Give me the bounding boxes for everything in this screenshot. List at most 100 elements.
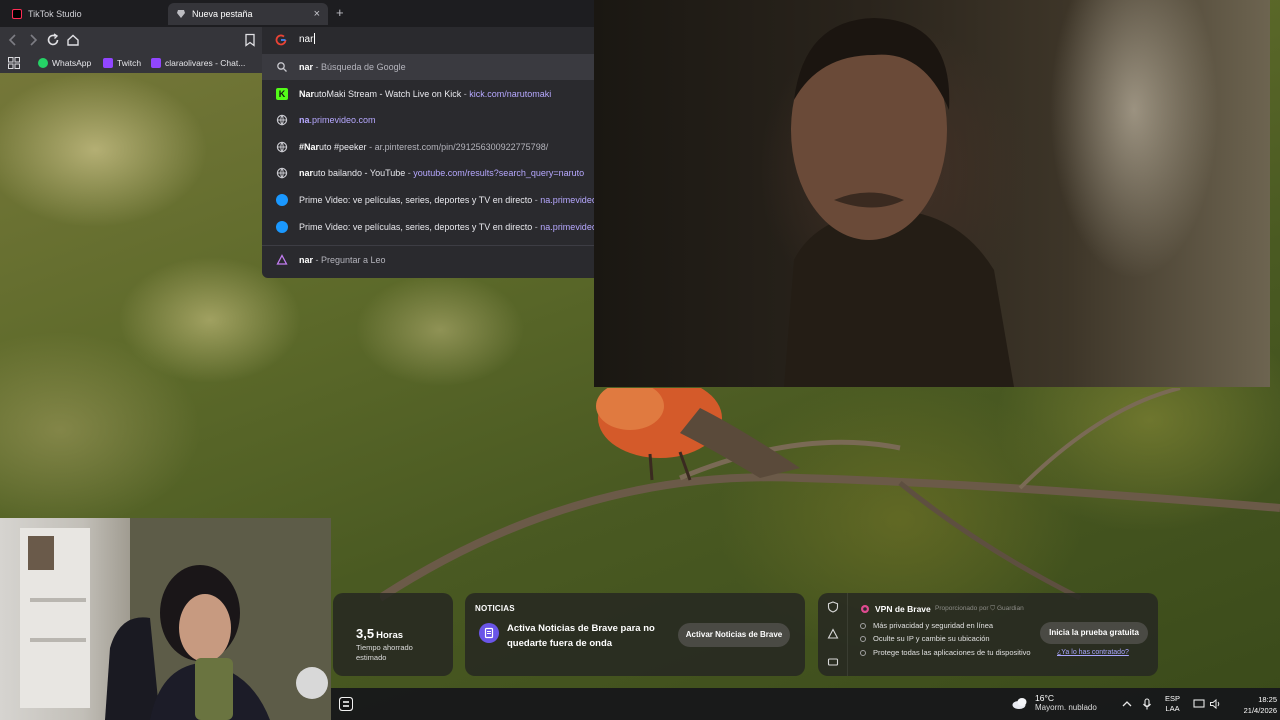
system-clock[interactable]: 18:25 21/4/2026 <box>1227 694 1277 716</box>
suggestion-url: na.primevideo.com <box>540 222 594 232</box>
time-saved-widget: 3,5 Horas Tiempo ahorrado estimado <box>333 593 453 676</box>
bullet-icon <box>860 649 866 656</box>
bullet-icon <box>860 622 866 629</box>
reload-icon[interactable] <box>45 32 61 48</box>
already-contracted-link[interactable]: ¿Ya lo has contratado? <box>1057 649 1129 656</box>
home-icon[interactable] <box>65 32 81 48</box>
suggestion-separator: - <box>313 255 322 265</box>
keyboard-layout: LAA <box>1165 704 1180 713</box>
vpn-bullet-text: Protege todas las aplicaciones de tu dis… <box>873 648 1031 657</box>
tab-new-tab[interactable]: Nueva pestaña × <box>168 3 328 25</box>
video-figure <box>784 18 1014 387</box>
address-bar[interactable]: nar <box>262 27 594 53</box>
suggestion-title: utoMaki Stream - Watch Live on Kick <box>314 89 462 99</box>
bookmark-whatsapp[interactable]: WhatsApp <box>38 56 91 70</box>
globe-icon <box>276 141 288 153</box>
suggestion-match: nar <box>299 255 314 265</box>
vpn-provided-by: Proporcionado por <box>935 605 989 612</box>
suggestion-title: uto #peeker <box>319 142 367 152</box>
suggestion-item[interactable]: naruto bailando - YouTube - youtube.com/… <box>262 160 594 186</box>
suggestion-title: uto bailando - YouTube <box>313 168 406 178</box>
microphone-icon[interactable] <box>1140 697 1154 711</box>
activate-news-button[interactable]: Activar Noticias de Brave <box>678 623 790 647</box>
input-language[interactable]: ESP LAA <box>1165 694 1180 714</box>
news-text: Activa Noticias de Brave para no quedart… <box>507 623 655 649</box>
twitch-icon <box>103 58 113 68</box>
address-text: nar <box>299 34 314 45</box>
forward-icon[interactable] <box>25 32 41 48</box>
suggestion-item[interactable]: na.primevideo.com <box>262 107 594 133</box>
leo-icon <box>276 254 288 265</box>
video-overlay <box>594 0 1270 387</box>
vpn-bullet: Más privacidad y seguridad en línea <box>860 621 993 630</box>
suggestion-separator: - <box>313 62 322 72</box>
suggestion-url: youtube.com/results?search_query=naruto <box>413 168 585 178</box>
language-code: ESP <box>1165 694 1181 703</box>
suggestion-detail: Búsqueda de Google <box>321 62 406 72</box>
vpn-title-text: VPN de Brave <box>875 604 931 614</box>
time-unit: Horas <box>376 630 404 641</box>
vpn-provider-name: Guardian <box>996 605 1024 612</box>
bullet-icon <box>860 635 866 642</box>
vpn-bullet-text: Más privacidad y seguridad en línea <box>873 621 994 630</box>
bookmark-label: claraolivares - Chat... <box>165 58 246 68</box>
suggestion-match: nar <box>299 62 314 72</box>
suggestion-item[interactable]: nar - Búsqueda de Google <box>262 54 594 80</box>
weather-description: Mayorm. nublado <box>1035 703 1097 712</box>
vpn-title: VPN de Brave <box>860 604 931 614</box>
suggestion-title: Prime Video: ve películas, series, depor… <box>299 195 533 205</box>
weather-temperature: 16°C <box>1035 693 1054 703</box>
back-icon[interactable] <box>5 32 21 48</box>
bookmark-label: Twitch <box>117 58 142 68</box>
suggestion-match: #Nar <box>299 142 320 152</box>
webcam-scene <box>20 518 331 720</box>
suggestion-separator: - <box>366 142 375 152</box>
bookmark-claraolivares-chat[interactable]: claraolivares - Chat... <box>151 56 245 70</box>
vpn-bullet-text: Oculte su IP y cambie su ubicación <box>873 634 990 643</box>
shield-icon[interactable] <box>827 601 839 613</box>
divider <box>262 245 594 246</box>
prime-video-icon <box>276 194 288 206</box>
kick-icon: K <box>276 88 288 100</box>
start-trial-button[interactable]: Inicia la prueba gratuita <box>1040 622 1148 644</box>
bookmark-twitch[interactable]: Twitch <box>103 56 141 70</box>
clock-time: 18:25 <box>1258 695 1277 704</box>
video-call-icon[interactable] <box>827 656 839 668</box>
news-heading: NOTICIAS <box>475 604 515 613</box>
suggestion-item-leo[interactable]: nar - Preguntar a Leo <box>262 247 594 273</box>
search-icon <box>277 62 287 72</box>
widget-rail <box>818 593 848 676</box>
monitor-icon[interactable] <box>1192 697 1206 711</box>
bookmark-label: WhatsApp <box>52 58 92 68</box>
suggestion-item[interactable]: K NarutoMaki Stream - Watch Live on Kick… <box>262 81 594 107</box>
clock-date: 21/4/2026 <box>1243 706 1277 715</box>
globe-icon <box>276 167 288 179</box>
suggestion-match: na <box>299 115 310 125</box>
speaker-icon[interactable] <box>1208 697 1222 711</box>
vpn-bullet: Oculte su IP y cambie su ubicación <box>860 634 990 643</box>
suggestion-match: nar <box>299 168 314 178</box>
twitch-icon <box>151 58 161 68</box>
capcut-icon[interactable] <box>339 697 353 711</box>
time-saved-value: 3,5 Horas <box>356 626 403 641</box>
omnibox-suggestions: nar - Búsqueda de Google K NarutoMaki St… <box>262 53 594 278</box>
tab-strip: TikTok Studio Nueva pestaña × + <box>0 0 594 27</box>
suggestion-item[interactable]: Prime Video: ve películas, series, depor… <box>262 214 594 240</box>
new-tab-button[interactable]: + <box>336 5 344 20</box>
tiktok-icon <box>12 9 22 19</box>
suggestion-item[interactable]: #Naruto #peeker - ar.pinterest.com/pin/2… <box>262 134 594 160</box>
tab-tiktok-studio[interactable]: TikTok Studio <box>4 3 164 25</box>
suggestion-item[interactable]: Prime Video: ve películas, series, depor… <box>262 187 594 213</box>
cloud-icon <box>1012 697 1027 709</box>
weather-widget[interactable]: 16°C Mayorm. nublado <box>1011 693 1097 712</box>
webcam-overlay <box>0 518 331 720</box>
bookmark-icon[interactable] <box>243 33 257 47</box>
address-input[interactable]: nar <box>299 33 316 45</box>
leo-icon[interactable] <box>827 628 839 640</box>
time-number: 3,5 <box>356 626 375 641</box>
tab-label: Nueva pestaña <box>192 9 253 19</box>
suggestion-url: na.primevideo.com <box>540 195 594 205</box>
close-tab-icon[interactable]: × <box>314 8 320 20</box>
apps-grid-icon[interactable] <box>8 57 20 69</box>
chevron-up-icon[interactable] <box>1120 697 1134 711</box>
